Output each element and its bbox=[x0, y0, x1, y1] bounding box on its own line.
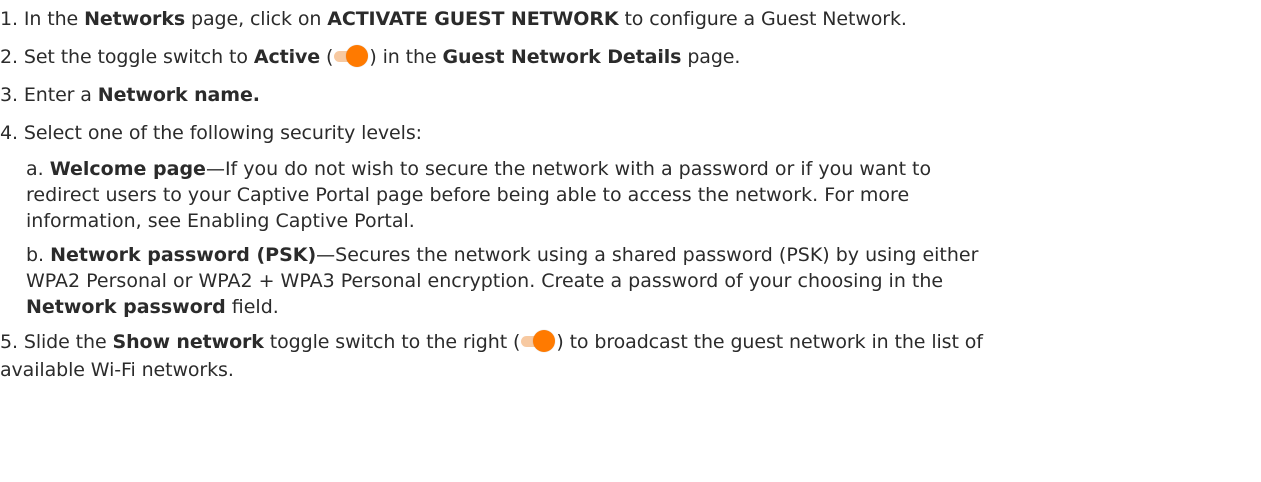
step-4a-line-1: a. Welcome page—If you do not wish to se… bbox=[26, 156, 1251, 182]
step-2-text-3: page. bbox=[681, 46, 741, 68]
step-5-text: 5. Slide the bbox=[0, 331, 113, 353]
step-4b-line-3: Network password field. bbox=[26, 294, 1251, 320]
step-2-text-2: ) in the bbox=[369, 46, 443, 68]
show-network-label: Show network bbox=[112, 331, 264, 353]
toggle-on-icon bbox=[521, 330, 556, 352]
step-2: 2. Set the toggle switch to Active ( ) in… bbox=[0, 40, 1251, 74]
network-name-label: Network name. bbox=[97, 84, 260, 106]
step-1-text: 1. In the bbox=[0, 8, 85, 30]
step-1-text-3: to configure a Guest Network. bbox=[618, 8, 907, 30]
toggle-knob bbox=[346, 45, 369, 67]
step-4a-line-3: information, see Enabling Captive Portal… bbox=[26, 210, 415, 232]
step-4b-text-2: field. bbox=[225, 296, 279, 318]
step-4-text: 4. Select one of the following security … bbox=[0, 122, 422, 144]
step-3: 3. Enter a Network name. bbox=[0, 78, 1251, 112]
step-4b-line-1: b. Network password (PSK)—Secures the ne… bbox=[26, 242, 1251, 268]
step-1-text-2: page, click on bbox=[185, 8, 328, 30]
activate-guest-network-label: ACTIVATE GUEST NETWORK bbox=[327, 8, 619, 30]
step-4b: b. Network password (PSK)—Secures the ne… bbox=[0, 234, 1251, 320]
step-3-text: 3. Enter a bbox=[0, 84, 98, 106]
networks-label: Networks bbox=[84, 8, 186, 30]
step-5-line-2: available Wi-Fi networks. bbox=[0, 359, 234, 381]
step-4b-line-2: WPA2 Personal or WPA2 + WPA3 Personal en… bbox=[26, 270, 944, 292]
toggle-on-icon bbox=[334, 45, 369, 67]
welcome-page-label: Welcome page bbox=[49, 158, 206, 180]
step-2-text: 2. Set the toggle switch to bbox=[0, 46, 254, 68]
step-5: 5. Slide the Show network toggle switch … bbox=[0, 324, 1251, 384]
instructions-document: 1. In the Networks page, click on ACTIVA… bbox=[0, 0, 1261, 482]
step-5-line-1: 5. Slide the Show network toggle switch … bbox=[0, 328, 1251, 356]
active-label: Active bbox=[253, 46, 321, 68]
step-4a: a. Welcome page—If you do not wish to se… bbox=[0, 150, 1251, 234]
guest-network-details-label: Guest Network Details bbox=[442, 46, 682, 68]
step-4a-line-2: redirect users to your Captive Portal pa… bbox=[26, 184, 910, 206]
toggle-knob bbox=[533, 330, 556, 352]
step-2-paren-open: ( bbox=[320, 46, 334, 68]
step-4: 4. Select one of the following security … bbox=[0, 116, 1251, 150]
step-1: 1. In the Networks page, click on ACTIVA… bbox=[0, 0, 1251, 36]
step-5-text-2: toggle switch to the right ( bbox=[263, 331, 521, 353]
step-4a-prefix: a. bbox=[26, 158, 50, 180]
step-4a-text: —If you do not wish to secure the networ… bbox=[205, 158, 932, 180]
network-password-label: Network password bbox=[26, 296, 226, 318]
step-4b-prefix: b. bbox=[26, 244, 51, 266]
step-5-text-3: ) to broadcast the guest network in the … bbox=[556, 331, 983, 353]
step-4b-text: —Secures the network using a shared pass… bbox=[316, 244, 979, 266]
network-password-psk-label: Network password (PSK) bbox=[50, 244, 317, 266]
